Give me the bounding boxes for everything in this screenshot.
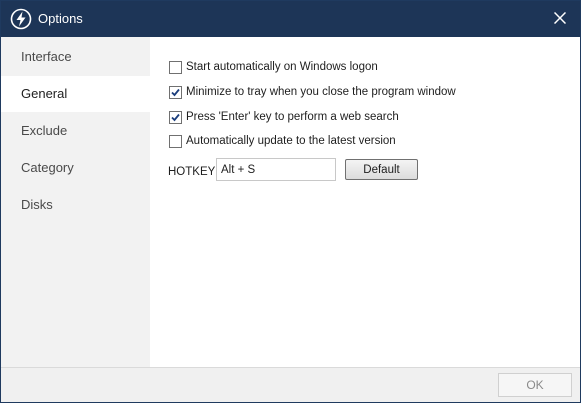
option-minimize-to-tray[interactable]: Minimize to tray when you close the prog… xyxy=(169,84,456,100)
close-button[interactable] xyxy=(540,1,580,37)
option-start-on-logon[interactable]: Start automatically on Windows logon xyxy=(169,59,378,75)
enter-web-search-checkbox[interactable] xyxy=(169,110,182,124)
footer-bar: OK xyxy=(1,367,580,402)
hotkey-label: HOTKEY xyxy=(168,166,216,178)
sidebar: Interface General Exclude Category Disks xyxy=(1,37,150,367)
option-label: Automatically update to the latest versi… xyxy=(186,135,396,147)
minimize-to-tray-checkbox[interactable] xyxy=(169,85,182,99)
window-title: Options xyxy=(38,11,83,26)
close-icon xyxy=(553,11,567,27)
sidebar-item-interface[interactable]: Interface xyxy=(1,39,150,75)
option-label: Minimize to tray when you close the prog… xyxy=(186,86,456,98)
option-enter-web-search[interactable]: Press 'Enter' key to perform a web searc… xyxy=(169,109,399,125)
checkmark-icon xyxy=(171,113,180,121)
sidebar-item-category[interactable]: Category xyxy=(1,150,150,186)
default-button[interactable]: Default xyxy=(345,159,418,180)
start-on-logon-checkbox[interactable] xyxy=(169,60,182,74)
sidebar-item-general[interactable]: General xyxy=(1,76,150,112)
ok-button[interactable]: OK xyxy=(498,373,572,397)
general-settings-panel: Start automatically on Windows logon Min… xyxy=(150,37,580,367)
auto-update-checkbox[interactable] xyxy=(169,134,182,148)
option-auto-update[interactable]: Automatically update to the latest versi… xyxy=(169,133,396,149)
sidebar-item-disks[interactable]: Disks xyxy=(1,187,150,223)
option-label: Press 'Enter' key to perform a web searc… xyxy=(186,111,399,123)
sidebar-item-exclude[interactable]: Exclude xyxy=(1,113,150,149)
options-dialog: Options Interface General Exclude Catego… xyxy=(0,0,581,403)
hotkey-input[interactable] xyxy=(216,158,336,181)
title-bar[interactable]: Options xyxy=(1,1,580,37)
option-label: Start automatically on Windows logon xyxy=(186,61,378,73)
checkmark-icon xyxy=(171,88,180,96)
lightning-bolt-icon xyxy=(10,8,32,30)
